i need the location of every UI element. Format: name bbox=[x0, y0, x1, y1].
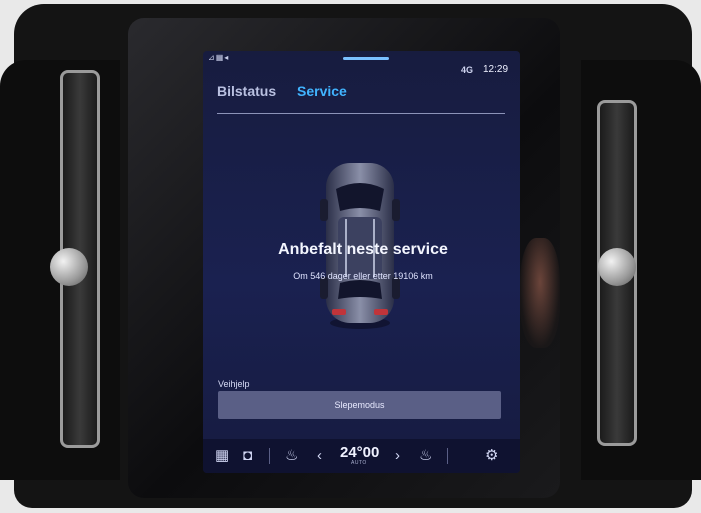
clock: 12:29 bbox=[483, 64, 509, 75]
tow-mode-button[interactable]: Slepemodus bbox=[218, 391, 501, 419]
bottom-climate-bar: ▦ ◘ ♨ ‹ 24°00 AUTO › ♨ ⚙ bbox=[203, 439, 520, 473]
service-subtitle: Om 546 dager eller etter 19106 km bbox=[293, 271, 433, 281]
status-icons: ⊿▦◂ bbox=[208, 53, 230, 62]
tab-service[interactable]: Service bbox=[297, 83, 347, 99]
roadside-label: Veihjelp bbox=[218, 379, 250, 389]
seat-heat-left-icon[interactable]: ♨ bbox=[285, 447, 298, 465]
temperature-mode: AUTO bbox=[351, 460, 367, 466]
pull-down-handle[interactable] bbox=[343, 57, 389, 60]
hand-reflection bbox=[520, 238, 560, 348]
chevron-left-icon[interactable]: ‹ bbox=[317, 447, 322, 465]
vent-knob-left[interactable] bbox=[50, 248, 88, 286]
temperature-display[interactable]: 24°00 bbox=[340, 444, 379, 461]
tab-divider bbox=[217, 113, 505, 114]
camera-icon[interactable]: ◘ bbox=[243, 447, 252, 465]
seat-heat-right-icon[interactable]: ♨ bbox=[419, 447, 432, 465]
chevron-right-icon[interactable]: › bbox=[395, 447, 400, 465]
separator bbox=[447, 448, 448, 464]
vent-knob-right[interactable] bbox=[598, 248, 636, 286]
status-bar: ⊿▦◂ bbox=[203, 51, 520, 65]
separator bbox=[269, 448, 270, 464]
apps-grid-icon[interactable]: ▦ bbox=[215, 447, 229, 465]
signal-indicator: 4G bbox=[461, 65, 474, 75]
settings-gear-icon[interactable]: ⚙ bbox=[485, 447, 498, 465]
service-title: Anbefalt neste service bbox=[278, 241, 448, 258]
tow-mode-button-label: Slepemodus bbox=[334, 400, 385, 410]
tab-bilstatus[interactable]: Bilstatus bbox=[217, 83, 276, 99]
infotainment-screen: ⊿▦◂ 4G 12:29 Bilstatus Service Anbefalt … bbox=[203, 51, 520, 473]
